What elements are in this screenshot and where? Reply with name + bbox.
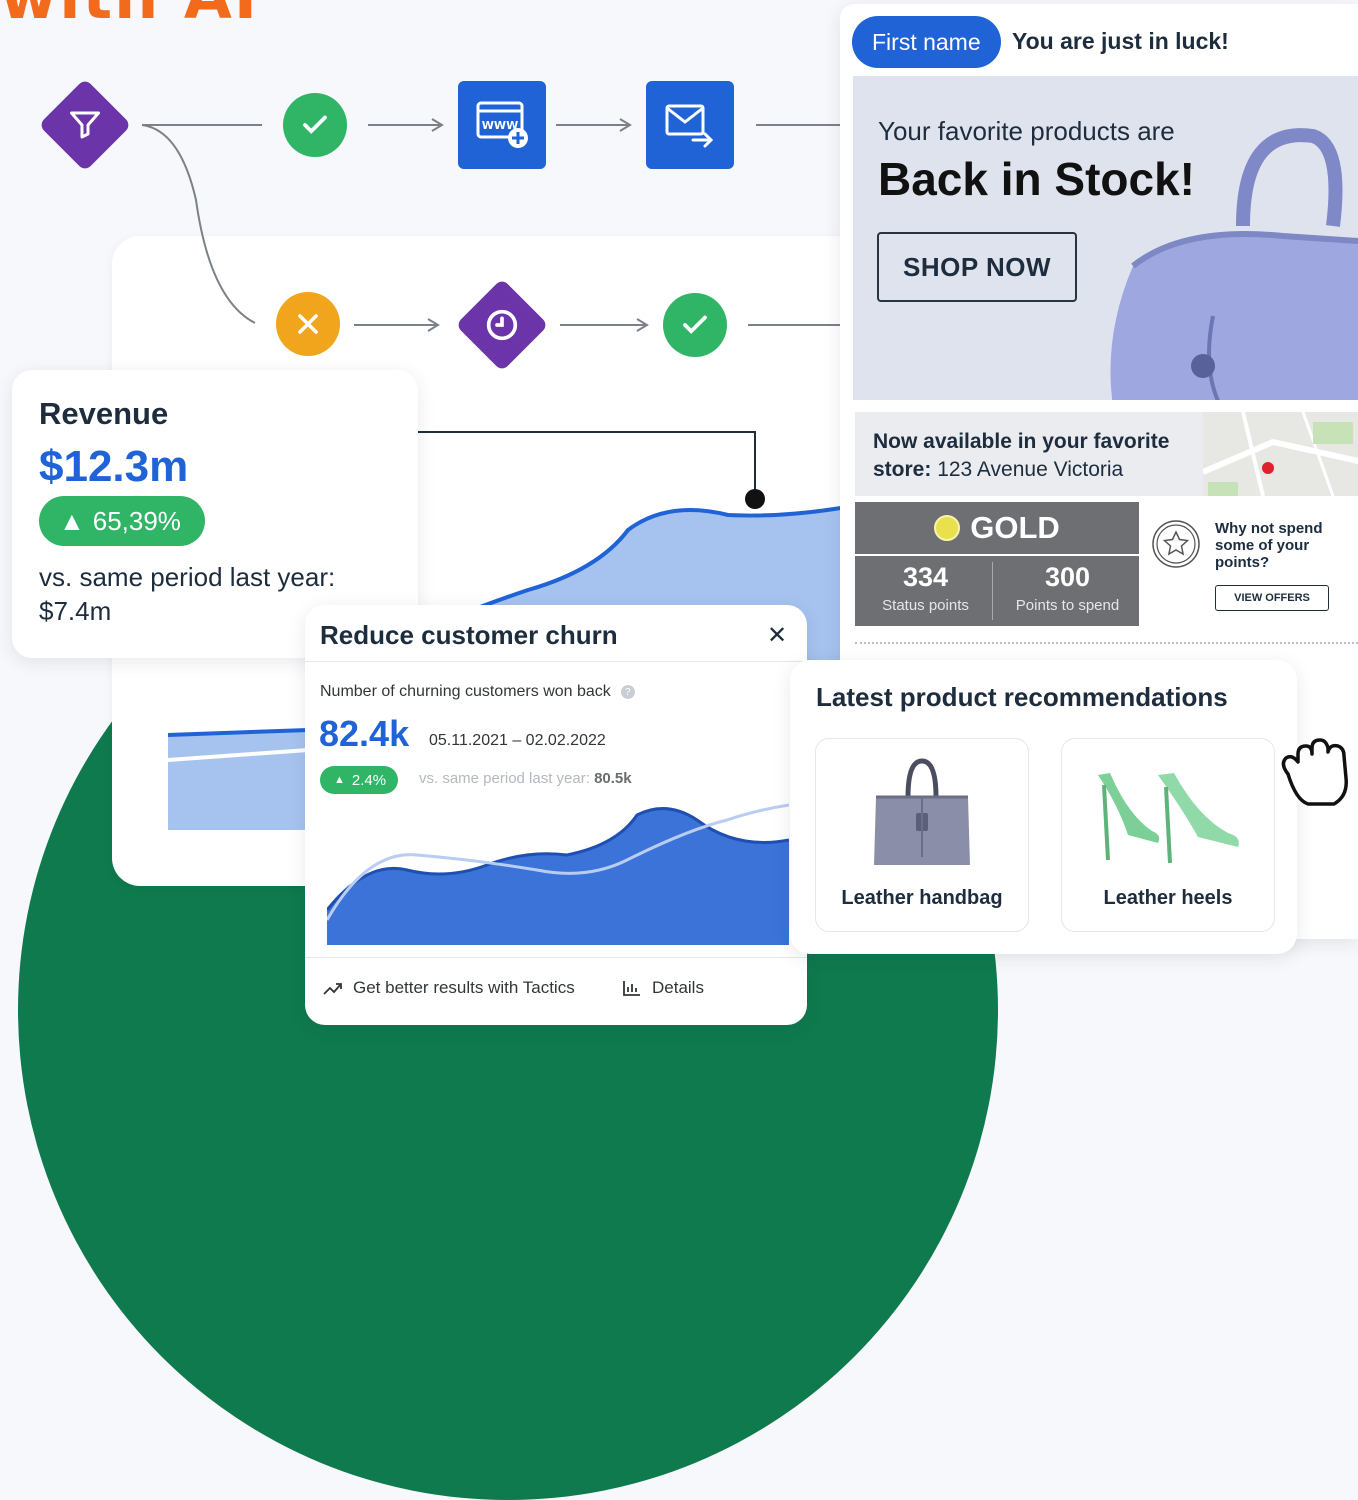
- hero-title: Back in Stock!: [878, 153, 1195, 205]
- bar-chart-icon: [623, 981, 640, 996]
- store-map[interactable]: [1201, 412, 1358, 496]
- details-link[interactable]: Details: [622, 978, 704, 998]
- product-name: Leather heels: [1103, 887, 1233, 909]
- churn-compare-prefix: vs. same period last year:: [419, 770, 590, 787]
- tactics-link[interactable]: Get better results with Tactics: [323, 978, 575, 998]
- condition-met-node-2[interactable]: [663, 293, 727, 357]
- close-icon[interactable]: ✕: [767, 621, 787, 650]
- points-to-spend: 300 Points to spend: [997, 562, 1138, 614]
- loyalty-status: GOLD 334 Status points 300 Points to spe…: [855, 502, 1139, 626]
- status-points-label: Status points: [882, 597, 969, 614]
- divider: [305, 661, 807, 662]
- hand-cursor-icon: [1281, 738, 1348, 806]
- check-icon: [683, 315, 707, 334]
- triangle-up-icon: ▲: [334, 774, 345, 786]
- recommendations-card: Latest product recommendations Leather h…: [790, 660, 1297, 954]
- help-icon[interactable]: ?: [620, 685, 635, 699]
- churn-compare-value: 80.5k: [594, 770, 632, 787]
- shop-now-button[interactable]: SHOP NOW: [877, 232, 1077, 302]
- churn-chart: [327, 803, 789, 945]
- churn-change-badge: ▲ 2.4%: [320, 766, 399, 794]
- map-pin-icon: [1262, 462, 1274, 474]
- product-tile[interactable]: Leather heels: [1061, 738, 1275, 932]
- offer-panel: Why not spend some of your points? VIEW …: [1140, 502, 1358, 626]
- email-send-node[interactable]: [646, 81, 734, 169]
- tactics-label: Get better results with Tactics: [353, 978, 575, 997]
- check-icon: [303, 115, 327, 134]
- recommendations-title: Latest product recommendations: [816, 682, 1228, 712]
- condition-met-node[interactable]: [283, 93, 347, 157]
- triangle-up-icon: ▲: [59, 505, 85, 536]
- view-offers-button[interactable]: VIEW OFFERS: [1215, 585, 1329, 611]
- store-info: Now available in your favorite store: 12…: [873, 428, 1203, 484]
- filter-icon: [70, 111, 101, 139]
- churn-comparison: vs. same period last year: 80.5k: [419, 770, 632, 787]
- map-image: [1201, 412, 1358, 496]
- handbag-image: [874, 758, 970, 865]
- revenue-change-badge: ▲ 65,39%: [39, 496, 205, 546]
- churn-card: Reduce customer churn ✕ Number of churni…: [305, 605, 807, 1025]
- web-page-icon: WWW: [476, 101, 528, 148]
- web-page-node[interactable]: WWW: [458, 81, 546, 169]
- first-name-token[interactable]: First name: [852, 16, 1001, 68]
- product-tile[interactable]: Leather handbag: [815, 738, 1029, 932]
- points-to-spend-label: Points to spend: [1015, 597, 1120, 614]
- stat-divider: [992, 562, 993, 620]
- divider: [855, 642, 1358, 644]
- clock-icon: [486, 309, 518, 341]
- condition-failed-node[interactable]: [276, 292, 340, 356]
- divider: [305, 957, 807, 958]
- hero-subtitle: Your favorite products are: [878, 116, 1175, 146]
- status-points: 334 Status points: [855, 562, 996, 614]
- store-availability-bar: Now available in your favorite store: 12…: [855, 412, 1358, 496]
- store-address: 123 Avenue Victoria: [937, 458, 1124, 481]
- churn-date-range: 05.11.2021 – 02.02.2022: [429, 732, 606, 749]
- loyalty-tier-label: GOLD: [970, 510, 1060, 545]
- churn-value: 82.4k: [319, 713, 410, 754]
- churn-metric-text: Number of churning customers won back: [320, 683, 611, 700]
- revenue-comparison: vs. same period last year: $7.4m: [39, 562, 336, 626]
- star-badge-icon: [1152, 520, 1200, 568]
- gold-medal-icon: [934, 515, 961, 541]
- status-points-value: 334: [902, 562, 949, 592]
- email-hero-banner: Your favorite products are Back in Stock…: [853, 76, 1358, 400]
- churn-metric-label: Number of churning customers won back ?: [320, 683, 635, 701]
- heels-image: [1098, 773, 1239, 864]
- revenue-change-value: 65,39%: [92, 505, 181, 536]
- churn-change-value: 2.4%: [351, 771, 387, 789]
- offer-text: Why not spend some of your points?: [1215, 520, 1323, 571]
- revenue-value: $12.3m: [39, 442, 189, 491]
- details-label: Details: [652, 978, 704, 997]
- email-send-icon: [665, 104, 714, 148]
- email-greeting: You are just in luck!: [1012, 28, 1229, 54]
- points-to-spend-value: 300: [1044, 562, 1091, 592]
- loyalty-tier: GOLD: [855, 502, 1139, 556]
- churn-title: Reduce customer churn: [320, 620, 618, 650]
- trend-up-icon: [323, 983, 342, 995]
- revenue-title: Revenue: [39, 396, 169, 431]
- x-icon: [298, 314, 318, 334]
- product-name: Leather handbag: [841, 887, 1003, 909]
